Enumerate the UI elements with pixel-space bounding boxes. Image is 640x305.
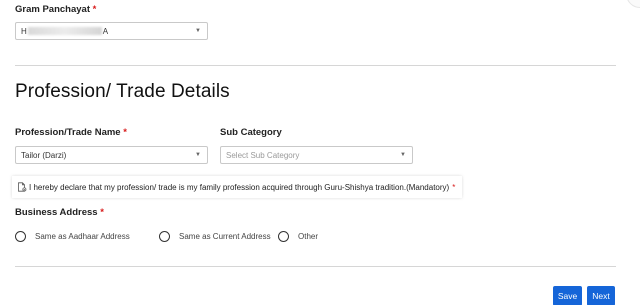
gram-panchayat-value-end: A [102, 26, 109, 36]
gram-panchayat-label: Gram Panchayat * [15, 4, 96, 15]
radio-circle[interactable] [278, 230, 289, 242]
required-mark: * [452, 182, 456, 192]
document-icon [18, 182, 27, 192]
radio-label: Same as Aadhaar Address [35, 231, 130, 241]
save-button[interactable]: Save [553, 286, 582, 305]
sub-category-select[interactable]: Select Sub Category ▼ [220, 146, 413, 164]
divider-bottom [15, 266, 616, 267]
chevron-down-icon: ▼ [195, 28, 201, 34]
redacted-text [27, 27, 102, 35]
radio-other[interactable]: Other [278, 230, 319, 242]
radio-same-as-aadhaar[interactable]: Same as Aadhaar Address [15, 230, 130, 242]
radio-circle[interactable] [15, 230, 26, 242]
chevron-down-icon: ▼ [195, 152, 201, 158]
declaration-text: I hereby declare that my profession/ tra… [29, 182, 450, 192]
required-mark: * [100, 207, 104, 218]
profession-label-text: Profession/Trade Name [15, 127, 121, 138]
sub-category-placeholder: Select Sub Category [226, 150, 300, 160]
chevron-down-icon: ▼ [400, 152, 406, 158]
divider-top [15, 65, 616, 66]
required-mark: * [92, 4, 97, 15]
section-title: Profession/ Trade Details [15, 81, 230, 102]
declaration-checkbox-row[interactable]: I hereby declare that my profession/ tra… [12, 176, 462, 198]
gram-panchayat-label-text: Gram Panchayat [15, 4, 90, 15]
gram-panchayat-value-start: H [21, 26, 27, 36]
business-address-label: Business Address * [15, 207, 104, 218]
profession-label: Profession/Trade Name * [15, 127, 127, 138]
next-button[interactable]: Next [587, 286, 615, 305]
profession-select[interactable]: Tailor (Darzi) ▼ [15, 146, 208, 164]
gram-panchayat-select[interactable]: H A ▼ [15, 22, 208, 40]
profession-value: Tailor (Darzi) [21, 150, 67, 160]
corner-avatar [626, 0, 640, 8]
radio-label: Other [298, 231, 319, 241]
radio-label: Same as Current Address [179, 231, 271, 241]
business-address-label-text: Business Address [15, 207, 98, 218]
sub-category-label: Sub Category [220, 127, 282, 138]
radio-same-as-current[interactable]: Same as Current Address [159, 230, 271, 242]
required-mark: * [123, 127, 127, 138]
radio-circle[interactable] [159, 230, 170, 242]
